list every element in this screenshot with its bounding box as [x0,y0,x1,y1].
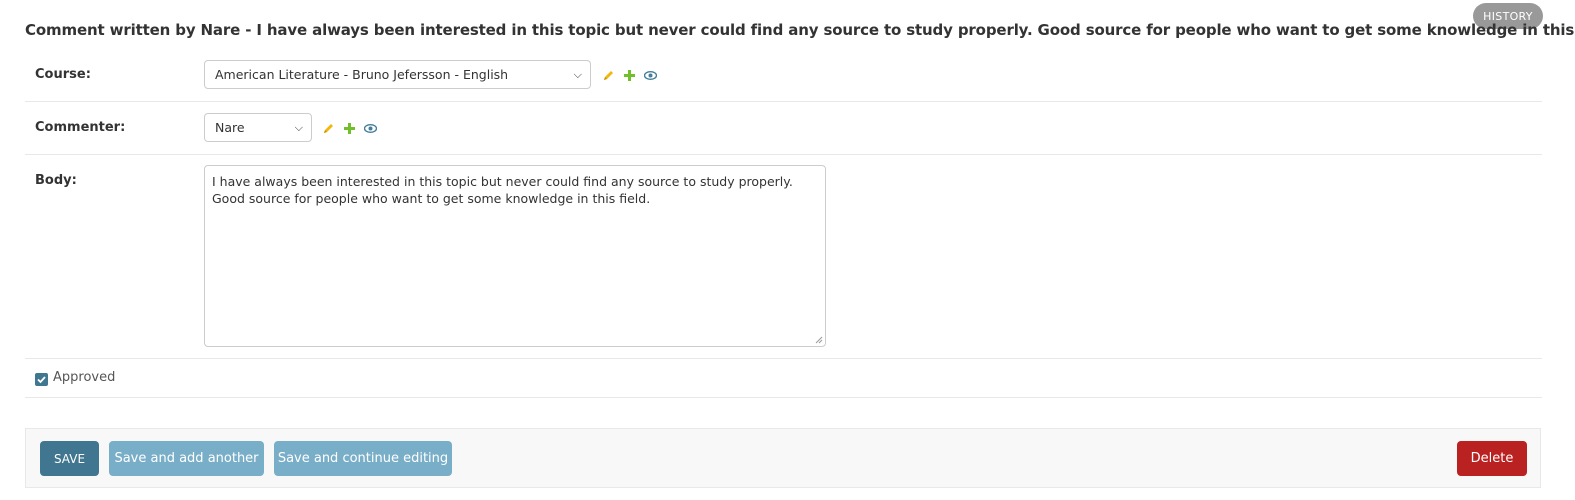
save-and-add-another-button[interactable]: Save and add another [109,441,264,476]
approved-label: Approved [53,370,116,385]
save-and-continue-button[interactable]: Save and continue editing [274,441,452,476]
commenter-select-value: Nare [215,120,245,135]
course-label: Course: [35,67,91,82]
course-row: Course: American Literature - Bruno Jefe… [25,50,1542,102]
eye-icon[interactable] [643,67,658,80]
chevron-down-icon: ⌵ [294,121,303,134]
commenter-select[interactable]: Nare ⌵ [204,113,312,142]
chevron-down-icon: ⌵ [573,68,582,81]
page-title: Comment written by Nare - I have always … [25,21,1575,39]
pencil-icon[interactable] [322,120,335,133]
approved-checkbox[interactable] [35,373,48,386]
submit-row: SAVE Save and add another Save and conti… [25,428,1541,488]
commenter-row: Commenter: Nare ⌵ [25,103,1542,155]
course-select[interactable]: American Literature - Bruno Jefersson - … [204,60,591,89]
commenter-label: Commenter: [35,120,126,135]
body-row: Body: I have always been interested in t… [25,156,1542,359]
save-button[interactable]: SAVE [40,441,99,476]
body-textarea[interactable]: I have always been interested in this to… [204,165,826,347]
pencil-icon[interactable] [602,67,615,80]
resize-grip-icon[interactable] [815,336,823,344]
plus-icon[interactable] [623,67,636,81]
body-label: Body: [35,173,77,188]
body-text: I have always been interested in this to… [212,174,793,206]
checkmark-icon [37,376,46,384]
eye-icon[interactable] [363,120,378,133]
plus-icon[interactable] [343,120,356,134]
approved-row: Approved [25,359,1542,398]
course-select-value: American Literature - Bruno Jefersson - … [215,67,509,82]
delete-button[interactable]: Delete [1457,441,1527,476]
